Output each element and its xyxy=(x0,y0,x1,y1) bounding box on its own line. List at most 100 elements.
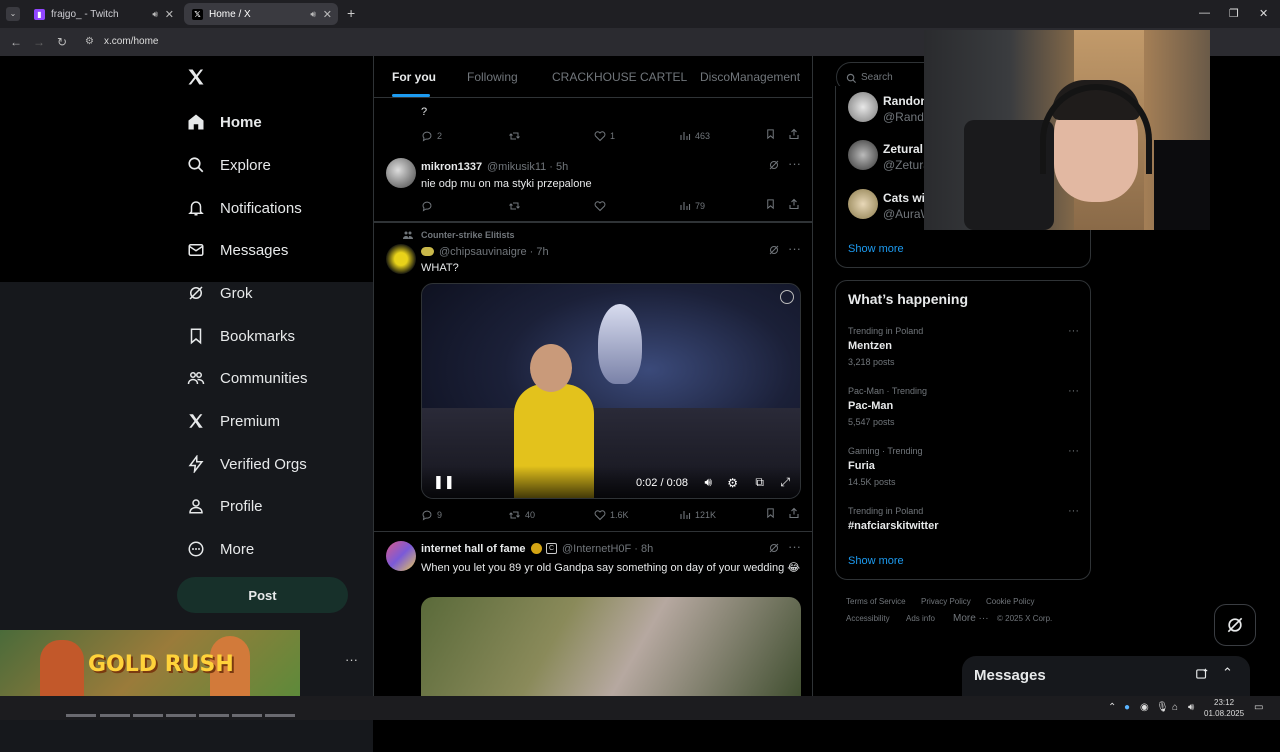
tweet-video-player[interactable]: ❚❚ 0:02 / 0:08 🔊︎ ⚙︎ ⧉ ⤢ xyxy=(421,283,801,499)
nav-premium[interactable]: Premium xyxy=(186,406,280,436)
nav-bookmarks[interactable]: Bookmarks xyxy=(186,321,295,351)
nav-explore[interactable]: Explore xyxy=(186,150,271,180)
speaker-icon[interactable]: 🔊︎ xyxy=(310,9,316,20)
footer-ads-info[interactable]: Ads info xyxy=(906,614,935,623)
nav-messages[interactable]: Messages xyxy=(186,235,288,265)
follow-suggestion-name[interactable]: Cats wit xyxy=(883,191,929,205)
notification-center-icon[interactable]: ▭ xyxy=(1254,702,1263,713)
more-options-icon[interactable]: ··· xyxy=(1068,325,1079,337)
tab-for-you[interactable]: For you xyxy=(392,70,436,84)
close-window-icon[interactable]: ✕ xyxy=(1259,7,1268,20)
reply-button[interactable]: 9 xyxy=(421,509,442,521)
show-more-link[interactable]: Show more xyxy=(848,555,904,567)
taskbar-app[interactable] xyxy=(100,714,130,717)
new-tab-icon[interactable]: + xyxy=(347,5,355,21)
post-button[interactable]: Post xyxy=(177,577,348,613)
tray-volume-icon[interactable]: 🔊︎ xyxy=(1188,702,1194,713)
forward-icon[interactable]: → xyxy=(33,35,45,49)
tray-discord-icon[interactable]: ◉ xyxy=(1140,702,1149,713)
bookmark-icon[interactable] xyxy=(765,507,776,522)
more-options-icon[interactable]: ··· xyxy=(788,539,801,554)
bookmark-icon[interactable] xyxy=(765,128,776,143)
footer-privacy[interactable]: Privacy Policy xyxy=(921,597,971,606)
avatar[interactable] xyxy=(386,244,416,274)
nav-home[interactable]: Home xyxy=(186,107,262,137)
tab-crackhouse-cartel[interactable]: CRACKHOUSE CARTEL xyxy=(552,70,687,84)
avatar[interactable] xyxy=(386,158,416,188)
system-clock[interactable]: 23:12 01.08.2025 xyxy=(1204,697,1244,719)
share-icon[interactable] xyxy=(788,128,800,143)
show-more-link[interactable]: Show more xyxy=(848,243,904,255)
taskbar-app[interactable] xyxy=(66,714,96,717)
avatar[interactable] xyxy=(848,189,878,219)
follow-suggestion-name[interactable]: Zetural xyxy=(883,142,923,156)
pause-icon[interactable]: ❚❚ xyxy=(433,474,455,490)
volume-icon[interactable]: 🔊︎ xyxy=(704,475,712,490)
views-button[interactable]: 463 xyxy=(679,130,710,142)
speaker-icon[interactable]: 🔊︎ xyxy=(152,9,158,20)
tray-app-icon[interactable]: ● xyxy=(1124,702,1130,713)
trend-name[interactable]: Mentzen xyxy=(848,340,892,352)
nav-notifications[interactable]: Notifications xyxy=(186,193,302,223)
tweet-author-name[interactable]: mikron1337 xyxy=(421,161,482,173)
more-options-icon[interactable]: ··· xyxy=(788,156,801,171)
trend-name[interactable]: Furia xyxy=(848,460,875,472)
tab-following[interactable]: Following xyxy=(467,70,518,84)
community-label[interactable]: Counter-strike Elitists xyxy=(421,230,515,240)
like-button[interactable]: 1 xyxy=(594,130,615,142)
tab-x-home[interactable]: 𝕏 Home / X 🔊︎ ✕ xyxy=(184,3,338,25)
tweet-author-handle[interactable]: @InternetH0F · 8h xyxy=(562,543,653,555)
taskbar-app[interactable] xyxy=(133,714,163,717)
close-tab-icon[interactable]: ✕ xyxy=(165,8,174,21)
like-button[interactable]: 1.6K xyxy=(594,509,629,521)
reply-button[interactable] xyxy=(421,200,437,212)
tweet-media-image[interactable] xyxy=(421,597,801,696)
grok-icon[interactable] xyxy=(768,542,780,557)
taskbar-app[interactable] xyxy=(166,714,196,717)
expand-up-icon[interactable]: ⌃ xyxy=(1222,665,1233,681)
tweet-author-handle[interactable]: @chipsauvinaigre · 7h xyxy=(439,246,549,258)
close-tab-icon[interactable]: ✕ xyxy=(323,8,332,21)
x-logo-icon[interactable] xyxy=(186,67,206,92)
views-button[interactable]: 79 xyxy=(679,200,705,212)
share-icon[interactable] xyxy=(788,507,800,522)
trend-name[interactable]: Pac-Man xyxy=(848,400,893,412)
nav-more[interactable]: More xyxy=(186,534,254,564)
back-icon[interactable]: ← xyxy=(10,35,22,49)
tab-list-chevron-icon[interactable]: ⌄ xyxy=(6,7,20,21)
retweet-button[interactable] xyxy=(508,200,525,212)
url-field[interactable]: x.com/home xyxy=(104,36,158,47)
tab-twitch[interactable]: ▮ frajgo_ - Twitch 🔊︎ ✕ xyxy=(26,3,180,25)
tweet-author-name[interactable]: internet hall of fame xyxy=(421,543,526,555)
grok-icon[interactable] xyxy=(768,244,780,259)
grok-floating-button[interactable] xyxy=(1214,604,1256,646)
more-options-icon[interactable]: ··· xyxy=(1068,385,1079,397)
new-message-icon[interactable] xyxy=(1195,667,1209,686)
pip-icon[interactable]: ⧉ xyxy=(755,475,764,490)
taskbar-app[interactable] xyxy=(199,714,229,717)
tray-network-icon[interactable]: ⌂ xyxy=(1172,702,1178,713)
footer-accessibility[interactable]: Accessibility xyxy=(846,614,890,623)
views-button[interactable]: 121K xyxy=(679,509,716,521)
nav-grok[interactable]: Grok xyxy=(186,278,253,308)
retweet-button[interactable]: 40 xyxy=(508,509,535,521)
trend-name[interactable]: #nafciarskitwitter xyxy=(848,520,938,532)
minimize-icon[interactable]: — xyxy=(1199,7,1210,19)
nav-verified-orgs[interactable]: Verified Orgs xyxy=(186,449,307,479)
reload-icon[interactable]: ↻ xyxy=(57,35,67,49)
reply-button[interactable]: 2 xyxy=(421,130,442,142)
tab-discomanagement[interactable]: DiscoManagement xyxy=(700,70,800,84)
messages-drawer[interactable]: Messages ⌃ xyxy=(962,656,1250,696)
retweet-button[interactable] xyxy=(508,130,525,142)
avatar[interactable] xyxy=(848,140,878,170)
nav-communities[interactable]: Communities xyxy=(186,363,308,393)
taskbar-app[interactable] xyxy=(232,714,262,717)
grok-icon[interactable] xyxy=(768,159,780,174)
bookmark-icon[interactable] xyxy=(765,198,776,213)
fullscreen-icon[interactable]: ⤢ xyxy=(780,475,790,490)
footer-terms[interactable]: Terms of Service xyxy=(846,597,906,606)
taskbar-app[interactable] xyxy=(265,714,295,717)
avatar[interactable] xyxy=(848,92,878,122)
more-dots-icon[interactable]: ··· xyxy=(345,652,358,667)
nav-profile[interactable]: Profile xyxy=(186,491,263,521)
